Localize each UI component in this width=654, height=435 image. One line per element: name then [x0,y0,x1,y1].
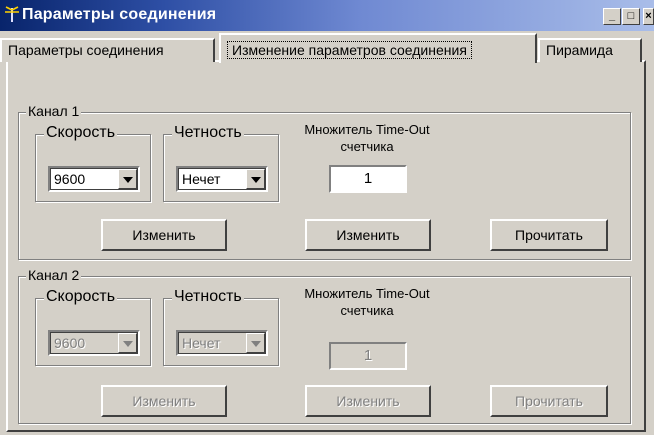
window-title: Параметры соединения [22,6,217,23]
channel2-parity-label: Четность [172,288,244,306]
channel1-multiplier-input[interactable]: 1 [329,165,407,193]
chevron-down-icon[interactable] [118,169,137,189]
title-bar[interactable]: Параметры соединения _ □ × [0,0,654,31]
channel2-parity-value: Нечет [182,335,221,351]
close-button[interactable]: × [643,8,654,25]
channel2-speed-value: 9600 [54,335,86,351]
channel2-change-button-2[interactable]: Изменить [305,385,431,417]
tab-label: Изменение параметров соединения [227,41,472,59]
channel2-multiplier-label: Множитель Time-Out счетчика [304,286,430,318]
minimize-button[interactable]: _ [603,8,621,25]
channel2-read-button[interactable]: Прочитать [490,385,608,417]
chevron-down-icon[interactable] [246,333,265,353]
channel2-change-button-1[interactable]: Изменить [101,385,227,417]
channel1-change-button-2[interactable]: Изменить [305,219,431,251]
channel2-label: Канал 2 [26,267,82,283]
app-icon [5,6,19,22]
channel1-parity-label: Четность [172,124,244,142]
chevron-down-icon[interactable] [118,333,137,353]
channel1-parity-value: Нечет [182,171,221,187]
channel2-parity-select[interactable]: Нечет [176,330,268,356]
channel1-speed-label: Скорость [44,124,118,142]
channel1-speed-select[interactable]: 9600 [48,166,140,192]
tab-pyramid[interactable]: Пирамида [538,38,642,62]
channel2-multiplier-input[interactable]: 1 [329,342,407,370]
channel1-label: Канал 1 [26,103,82,119]
channel1-speed-value: 9600 [54,171,86,187]
channel1-change-button-1[interactable]: Изменить [101,219,227,251]
chevron-down-icon[interactable] [246,169,265,189]
channel1-multiplier-label: Множитель Time-Out счетчика [304,122,430,154]
channel1-parity-select[interactable]: Нечет [176,166,268,192]
channel1-read-button[interactable]: Прочитать [490,219,608,251]
channel2-speed-label: Скорость [44,288,118,306]
tab-change-connection-params[interactable]: Изменение параметров соединения [219,33,537,63]
maximize-button[interactable]: □ [622,8,640,25]
tab-connection-params[interactable]: Параметры соединения [0,38,215,62]
channel2-speed-select[interactable]: 9600 [48,330,140,356]
